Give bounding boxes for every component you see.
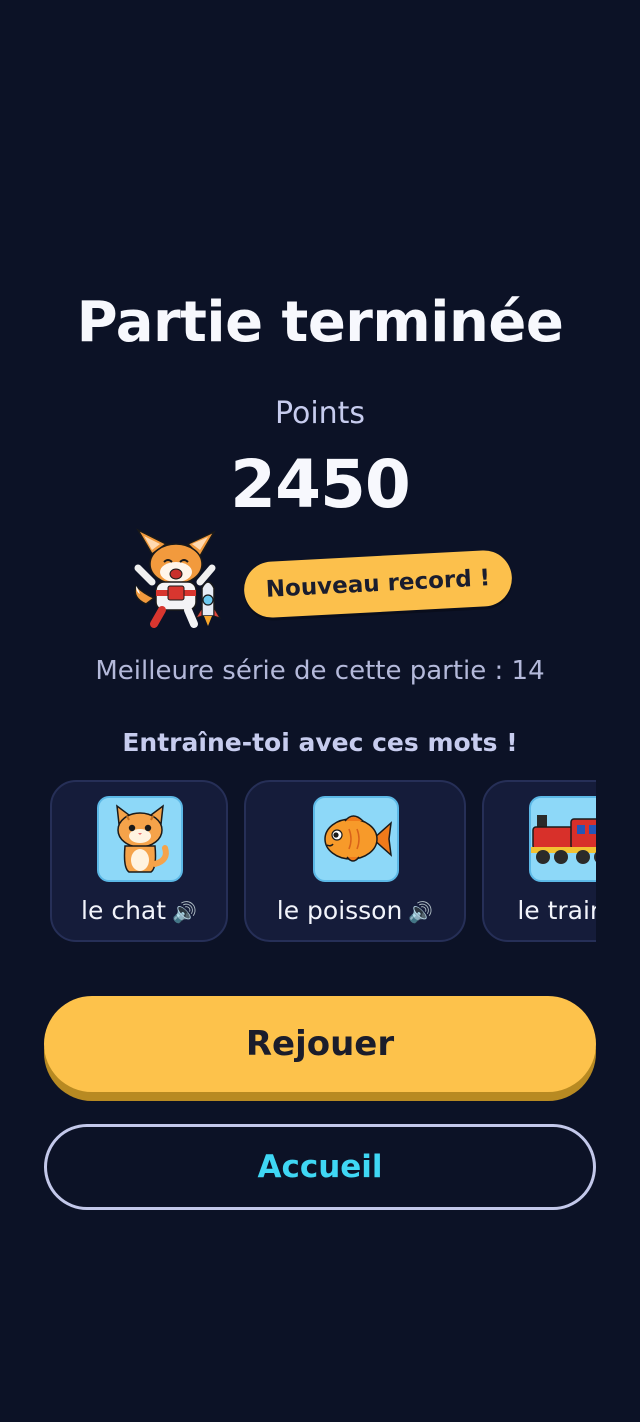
replay-button[interactable]: Rejouer [44, 996, 596, 1092]
game-over-screen: Partie terminée Points 2450 Nouveau reco… [0, 0, 640, 1422]
home-button[interactable]: Accueil [44, 1124, 596, 1210]
page-title: Partie terminée [76, 290, 564, 355]
score-value: 2450 [230, 446, 411, 523]
new-record-badge: Nouveau record ! [242, 549, 514, 619]
best-streak-text: Meilleure série de cette partie : 14 [95, 656, 545, 686]
train-icon [529, 796, 596, 882]
speaker-icon[interactable]: 🔊 [408, 900, 433, 924]
fish-icon [313, 796, 399, 882]
cat-icon [97, 796, 183, 882]
speaker-icon[interactable]: 🔊 [172, 900, 197, 924]
word-card-cat[interactable]: le chat 🔊 [50, 780, 228, 942]
word-label-train: le train [517, 896, 596, 925]
word-card-train[interactable]: le train🔊 [482, 780, 596, 942]
word-card-fish[interactable]: le poisson 🔊 [244, 780, 466, 942]
word-label-cat: le chat [81, 896, 167, 925]
word-label-fish: le poisson [276, 896, 403, 925]
points-label: Points [274, 396, 366, 431]
fox-astronaut-mascot-icon [130, 528, 226, 632]
practice-words-carousel[interactable]: le chat 🔊 le poisson 🔊 le trai [50, 780, 596, 946]
practice-words-title: Entraîne-toi avec ces mots ! [122, 728, 518, 757]
